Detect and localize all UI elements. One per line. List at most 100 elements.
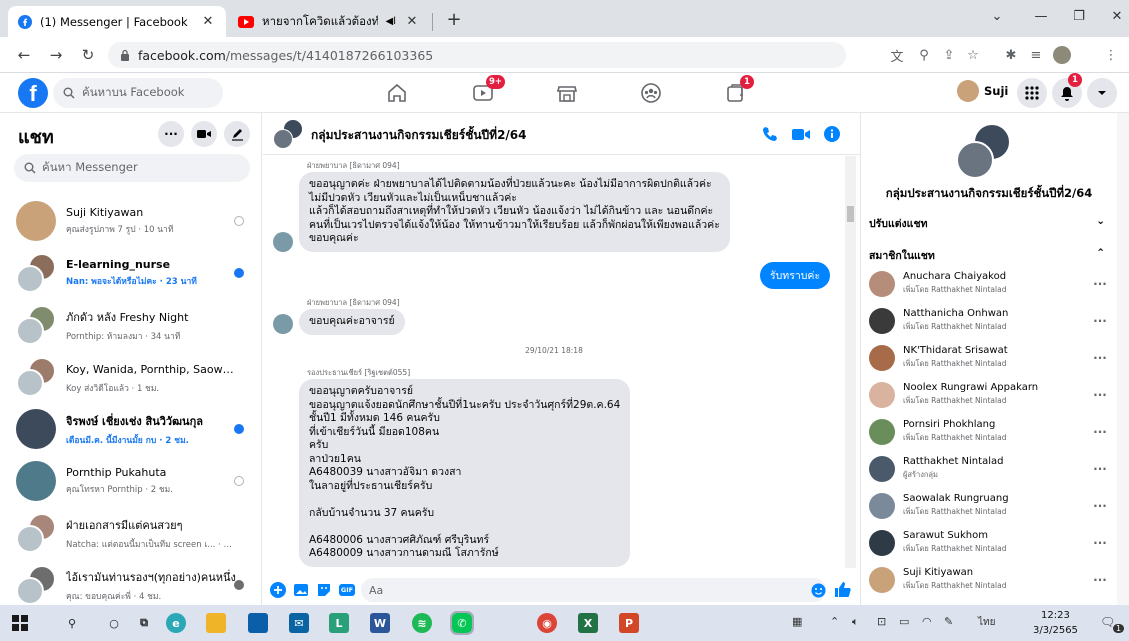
pen-icon[interactable]: ✎ xyxy=(944,615,953,628)
member-options-icon[interactable]: ··· xyxy=(1091,277,1109,291)
marketplace-icon[interactable] xyxy=(554,81,580,105)
tab-search-icon[interactable]: ⌄ xyxy=(978,0,1016,32)
message-bubble[interactable]: ขออนุญาตครับอาจารย์ ขออนุญาตแจ้งยอดนักศึก… xyxy=(299,379,631,567)
network-icon[interactable]: ⊡ xyxy=(877,615,886,628)
info-scrollbar[interactable] xyxy=(1117,113,1129,605)
reading-list-icon[interactable]: ≡ xyxy=(1025,44,1047,66)
share-icon[interactable]: ⇪ xyxy=(938,44,960,66)
new-tab-button[interactable]: + xyxy=(442,9,466,33)
member-item[interactable]: Noolex Rungrawi Appakarn เพิ่มโดย Ratthak… xyxy=(869,376,1109,413)
conversation-item[interactable]: Koy, Wanida, Pornthip, Saowalak, ฉั... Ko… xyxy=(6,351,256,403)
conversation-item[interactable]: จิรพงษ์ เชี่ยงเช่ง สินวิวัฒนกุล เดือนมี.ค… xyxy=(6,403,256,455)
image-icon[interactable] xyxy=(292,581,310,599)
forward-button[interactable]: → xyxy=(44,43,68,67)
conversation-item[interactable]: ภักดัว หลัง Freshy Night Pornthip: ห้ามลง… xyxy=(6,299,256,351)
facebook-logo-icon[interactable]: f xyxy=(18,78,48,108)
tab-messenger[interactable]: (1) Messenger | Facebook ✕ xyxy=(8,6,226,37)
customize-chat-section[interactable]: ปรับแต่งแชท ⌄ xyxy=(869,215,1105,232)
chat-scrollbar[interactable] xyxy=(845,156,856,568)
phone-icon[interactable] xyxy=(760,124,780,144)
tab-close-icon[interactable]: ✕ xyxy=(404,14,420,29)
member-item[interactable]: Natthanicha Onhwan เพิ่มโดย Ratthakhet Ni… xyxy=(869,302,1109,339)
video-call-icon[interactable] xyxy=(791,124,811,144)
excel-icon[interactable]: X xyxy=(578,613,598,633)
close-window-button[interactable]: ✕ xyxy=(1098,0,1129,32)
member-options-icon[interactable]: ··· xyxy=(1091,462,1109,476)
address-bar[interactable]: facebook.com/messages/t/4140187266103365 xyxy=(108,42,846,68)
member-item[interactable]: Anuchara Chaiyakod เพิ่มโดย Ratthakhet Ni… xyxy=(869,265,1109,302)
home-icon[interactable] xyxy=(384,81,410,105)
word-icon[interactable]: W xyxy=(370,613,390,633)
spotify-icon[interactable]: ≋ xyxy=(412,613,432,633)
info-icon[interactable] xyxy=(822,124,842,144)
groups-icon[interactable] xyxy=(638,81,664,105)
mail-icon[interactable]: ✉ xyxy=(289,613,309,633)
menu-grid-button[interactable] xyxy=(1017,78,1047,108)
conversation-item[interactable]: ฝ่ายเอกสารมีแต่คนสวยๆ Natcha: แต่ตอนนี้มา… xyxy=(6,507,256,559)
tray-chevron-icon[interactable]: ⌃ xyxy=(830,615,839,628)
zoom-icon[interactable]: ⚲ xyxy=(913,44,935,66)
chat-members-section[interactable]: สมาชิกในแชท ⌃ xyxy=(869,247,1105,264)
member-options-icon[interactable]: ··· xyxy=(1091,388,1109,402)
new-message-button[interactable] xyxy=(224,121,250,147)
minimize-button[interactable]: — xyxy=(1022,0,1060,32)
line-app-icon[interactable]: L xyxy=(329,613,349,633)
profile-button[interactable]: Suji xyxy=(957,80,1008,102)
member-item[interactable]: Ratthakhet Nintalad ผู้สร้างกลุ่ม ··· xyxy=(869,450,1109,487)
member-options-icon[interactable]: ··· xyxy=(1091,499,1109,513)
edge-browser-icon[interactable]: e xyxy=(166,613,186,633)
member-options-icon[interactable]: ··· xyxy=(1091,536,1109,550)
speaker-icon[interactable]: ◀ӏ xyxy=(386,16,396,27)
restore-button[interactable]: ❐ xyxy=(1060,0,1098,32)
gif-icon[interactable]: GIF xyxy=(338,581,356,599)
conversation-item[interactable]: Pornthip Pukahuta คุณโทรหา Pornthip · 2 ช… xyxy=(6,455,256,507)
keyboard-icon[interactable]: ▦ xyxy=(792,615,802,628)
member-options-icon[interactable]: ··· xyxy=(1091,573,1109,587)
new-room-button[interactable] xyxy=(191,121,217,147)
task-view-icon[interactable]: ⧉ xyxy=(134,613,154,633)
extensions-icon[interactable]: ✱ xyxy=(1000,44,1022,66)
member-item[interactable]: Pornsiri Phokhlang เพิ่มโดย Ratthakhet Ni… xyxy=(869,413,1109,450)
conversation-item[interactable]: E-learning_nurse Nan: พอจะได้หรือไม่คะ · … xyxy=(6,247,256,299)
message-bubble[interactable]: ขอบคุณค่ะอาจารย์ xyxy=(299,309,405,335)
system-clock[interactable]: 12:23 3/3/2565 xyxy=(1033,608,1078,638)
wifi-icon[interactable]: ◠ xyxy=(922,615,932,628)
profile-avatar-icon[interactable] xyxy=(1051,44,1073,66)
volume-icon[interactable]: 🔈︎ xyxy=(852,615,859,629)
facebook-search-input[interactable]: ค้นหาบน Facebook xyxy=(53,78,223,108)
browser-menu-icon[interactable]: ⋮ xyxy=(1100,44,1122,66)
chrome-icon[interactable]: ◉ xyxy=(537,613,557,633)
member-options-icon[interactable]: ··· xyxy=(1091,314,1109,328)
member-options-icon[interactable]: ··· xyxy=(1091,425,1109,439)
outgoing-message-bubble[interactable]: รับทราบค่ะ xyxy=(760,262,831,289)
store-icon[interactable] xyxy=(248,613,268,633)
emoji-icon[interactable] xyxy=(809,581,827,599)
member-item[interactable]: Suji Kitiyawan เพิ่มโดย Ratthakhet Nintal… xyxy=(869,561,1109,598)
member-item[interactable]: Saowalak Rungruang เพิ่มโดย Ratthakhet Ni… xyxy=(869,487,1109,524)
like-thumb-icon[interactable] xyxy=(833,580,851,598)
bookmark-star-icon[interactable]: ☆ xyxy=(962,44,984,66)
group-avatar[interactable] xyxy=(273,119,303,149)
account-menu-button[interactable] xyxy=(1087,78,1117,108)
tab-youtube[interactable]: หายจากโควิดแล้วต้องทำอย่างไรบ้า ◀ӏ ✕ xyxy=(228,6,430,37)
taskbar-search-icon[interactable]: ⚲ xyxy=(62,613,82,633)
conversation-item[interactable]: ไอ้เรามันท่านรองฯ(ทุกอย่าง)คนหนึ่ง คุณ: ข… xyxy=(6,559,256,605)
more-options-button[interactable]: ··· xyxy=(158,121,184,147)
plus-circle-icon[interactable] xyxy=(269,581,287,599)
messenger-search-input[interactable]: ค้นหา Messenger xyxy=(14,154,250,182)
windows-start-icon[interactable] xyxy=(10,613,30,633)
message-bubble[interactable]: ขออนุญาตค่ะ ฝ่ายพยาบาลได้ไปติดตามน้องที่… xyxy=(299,172,730,252)
tab-close-icon[interactable]: ✕ xyxy=(200,14,216,29)
language-indicator[interactable]: ไทย xyxy=(978,615,995,630)
message-input[interactable]: Aa xyxy=(361,578,826,602)
line-chat-icon[interactable]: ✆ xyxy=(450,611,474,635)
back-button[interactable]: ← xyxy=(12,43,36,67)
sticker-icon[interactable] xyxy=(315,581,333,599)
file-explorer-icon[interactable] xyxy=(206,613,226,633)
translate-icon[interactable]: 文 xyxy=(886,44,908,66)
member-item[interactable]: NK'Thidarat Srisawat เพิ่มโดย Ratthakhet … xyxy=(869,339,1109,376)
reload-button[interactable]: ↻ xyxy=(76,43,100,67)
conversation-item[interactable]: Suji Kitiyawan คุณส่งรูปภาพ 7 รูป · 10 นา… xyxy=(6,195,256,247)
member-item[interactable]: Sarawut Sukhom เพิ่มโดย Ratthakhet Nintal… xyxy=(869,524,1109,561)
cortana-icon[interactable]: ○ xyxy=(104,613,124,633)
